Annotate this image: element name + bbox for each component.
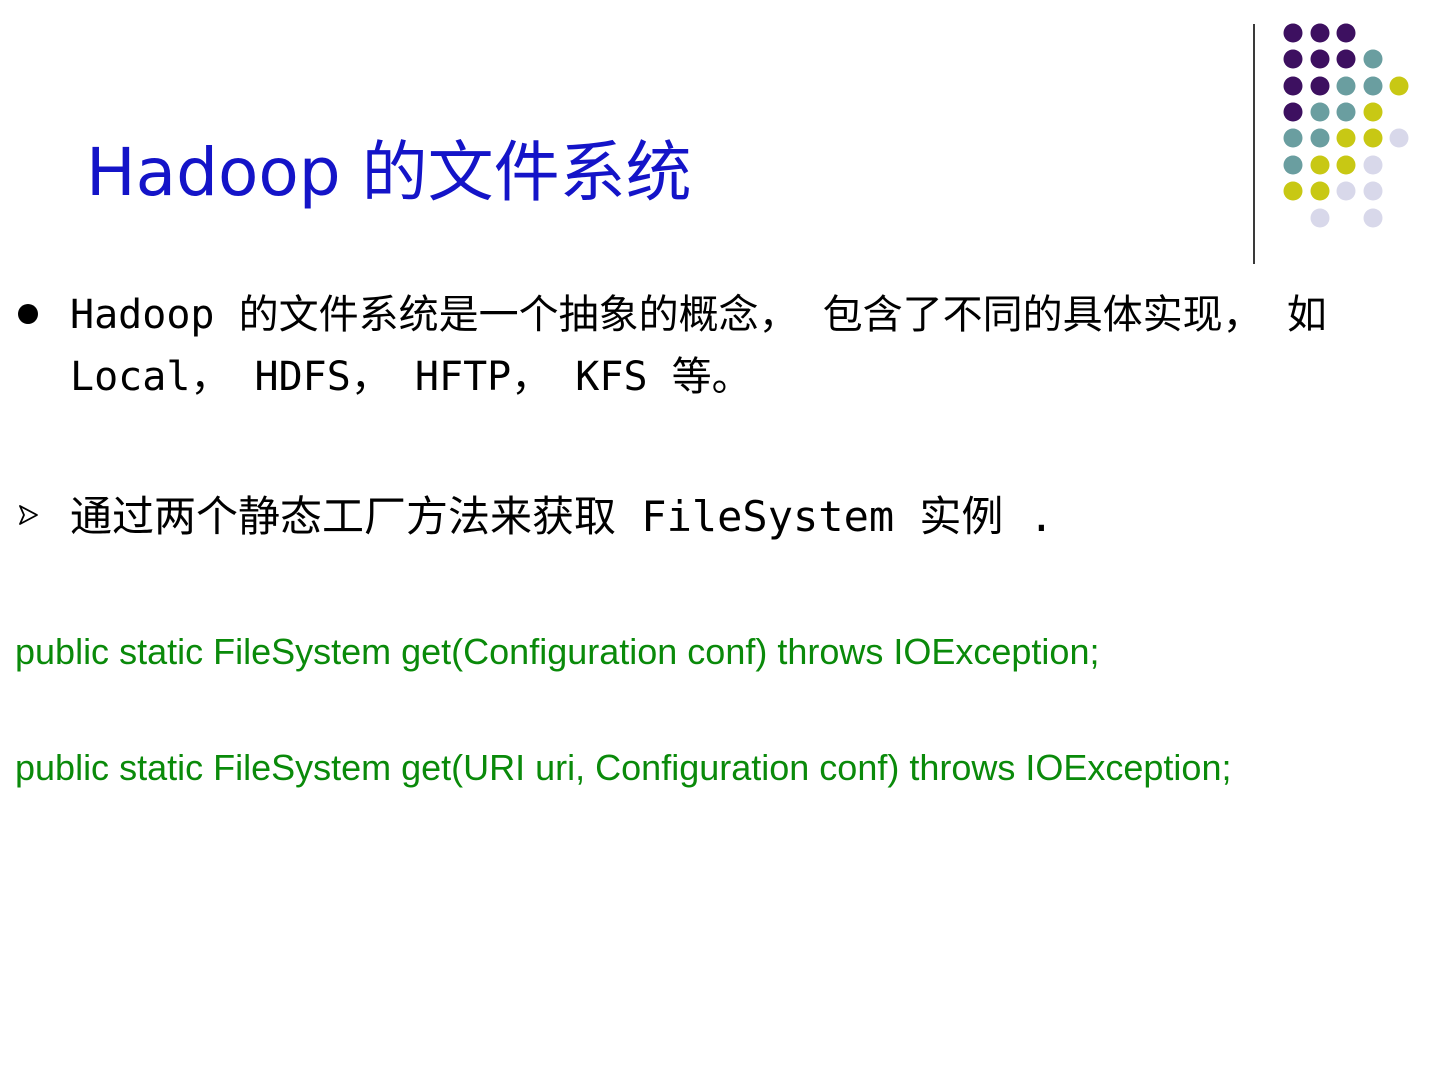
decor-dot bbox=[1336, 49, 1356, 69]
decor-dot bbox=[1283, 102, 1303, 122]
decor-dot bbox=[1310, 76, 1330, 96]
decor-dot bbox=[1283, 23, 1303, 43]
bullet-text: Hadoop 的文件系统是一个抽象的概念， 包含了不同的具体实现， 如 Loca… bbox=[70, 292, 1327, 400]
decor-dot bbox=[1310, 181, 1330, 201]
decor-dot bbox=[1336, 23, 1356, 43]
decor-dot bbox=[1363, 49, 1383, 69]
decor-dot bbox=[1363, 155, 1383, 175]
decor-dot bbox=[1283, 128, 1303, 148]
decor-dot bbox=[1310, 128, 1330, 148]
decor-dot bbox=[1336, 155, 1356, 175]
decor-dot bbox=[1336, 102, 1356, 122]
decor-dot bbox=[1336, 181, 1356, 201]
decor-dot bbox=[1283, 181, 1303, 201]
decor-dot bbox=[1363, 76, 1383, 96]
code-line-1: public static FileSystem get(Configurati… bbox=[15, 631, 1100, 672]
decor-dot bbox=[1336, 128, 1356, 148]
decor-dot bbox=[1389, 128, 1409, 148]
decor-dot bbox=[1283, 49, 1303, 69]
decor-dot bbox=[1310, 23, 1330, 43]
dot-grid-decoration bbox=[1283, 23, 1409, 228]
decor-dot bbox=[1283, 155, 1303, 175]
decor-dot bbox=[1336, 76, 1356, 96]
decor-dot bbox=[1310, 208, 1330, 228]
bullet-dot-icon bbox=[18, 304, 38, 324]
code-line-2: public static FileSystem get(URI uri, Co… bbox=[15, 747, 1232, 788]
decor-dot bbox=[1363, 102, 1383, 122]
decor-dot bbox=[1363, 181, 1383, 201]
slide: Hadoop 的文件系统 Hadoop 的文件系统是一个抽象的概念， 包含了不同… bbox=[0, 0, 1440, 1080]
decor-dot bbox=[1310, 49, 1330, 69]
decor-dot bbox=[1310, 102, 1330, 122]
decor-dot bbox=[1363, 208, 1383, 228]
decor-dot bbox=[1310, 155, 1330, 175]
decor-dot bbox=[1389, 76, 1409, 96]
bullet-text: 通过两个静态工厂方法来获取 FileSystem 实例 . bbox=[70, 492, 1055, 541]
decor-dot bbox=[1283, 76, 1303, 96]
decor-dot bbox=[1363, 128, 1383, 148]
bullet-arrow-icon bbox=[19, 505, 38, 525]
